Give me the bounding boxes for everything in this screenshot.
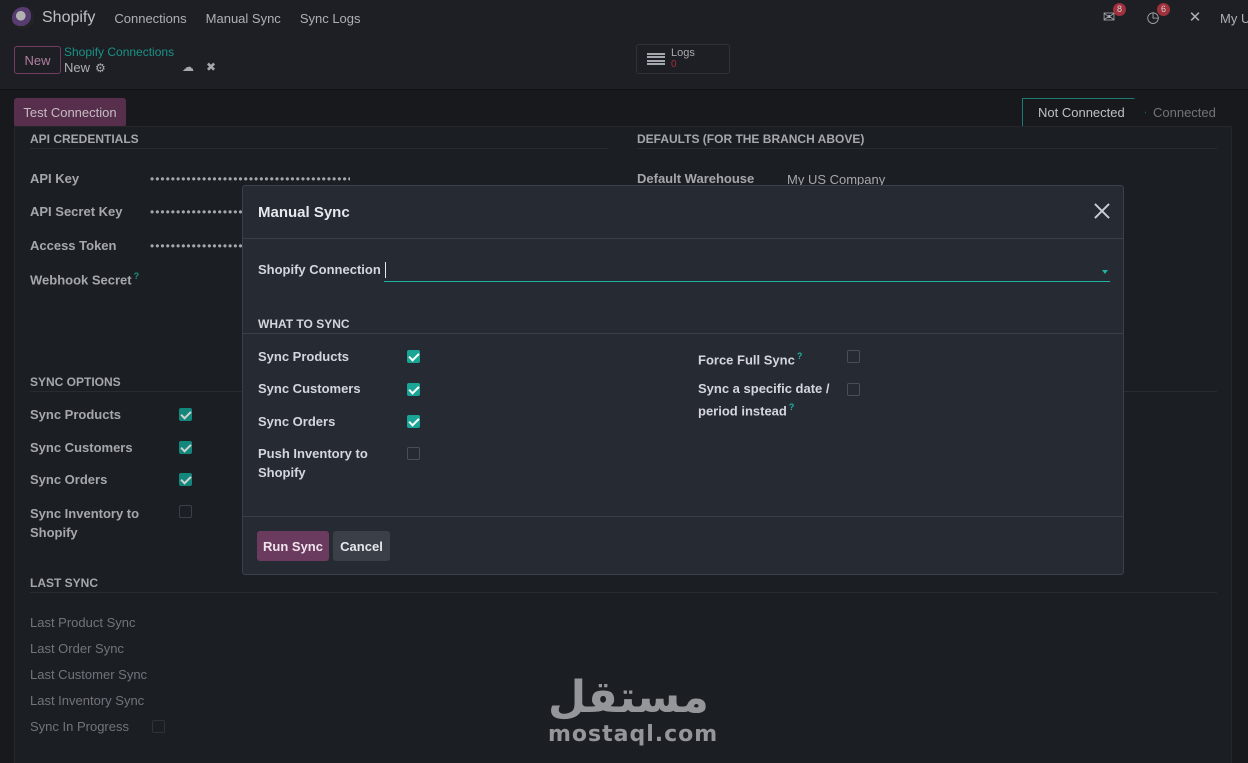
close-icon[interactable]: [1091, 200, 1113, 222]
specific-date-label: Sync a specific date / period instead?: [698, 381, 830, 419]
specific-date-checkbox[interactable]: [847, 383, 860, 396]
cancel-button[interactable]: Cancel: [333, 531, 390, 561]
manual-sync-dialog: Manual Sync Shopify Connection WHAT TO S…: [242, 185, 1124, 575]
shopify-connection-input[interactable]: [384, 262, 1110, 282]
push-inventory-checkbox[interactable]: [407, 447, 420, 460]
force-full-sync-checkbox[interactable]: [847, 350, 860, 363]
sync-customers-label: Sync Customers: [258, 381, 361, 396]
dialog-footer: Run Sync Cancel: [243, 516, 1123, 575]
dialog-title: Manual Sync: [258, 204, 350, 221]
sync-customers-checkbox[interactable]: [407, 383, 420, 396]
push-inventory-label: Push Inventory to Shopify: [258, 446, 368, 480]
run-sync-button[interactable]: Run Sync: [257, 531, 329, 561]
help-icon[interactable]: ?: [797, 351, 803, 361]
dialog-header: Manual Sync: [243, 186, 1123, 239]
what-to-sync-title: WHAT TO SYNC: [258, 317, 350, 331]
force-full-sync-label: Force Full Sync?: [698, 351, 803, 368]
sync-products-label: Sync Products: [258, 349, 350, 364]
help-icon[interactable]: ?: [789, 402, 795, 412]
sync-orders-checkbox[interactable]: [407, 415, 420, 428]
sync-orders-label: Sync Orders: [258, 414, 336, 429]
shopify-connection-label: Shopify Connection: [258, 262, 381, 277]
text-cursor: [385, 262, 386, 278]
sync-products-checkbox[interactable]: [407, 350, 420, 363]
dropdown-arrow-icon[interactable]: [1102, 270, 1108, 274]
